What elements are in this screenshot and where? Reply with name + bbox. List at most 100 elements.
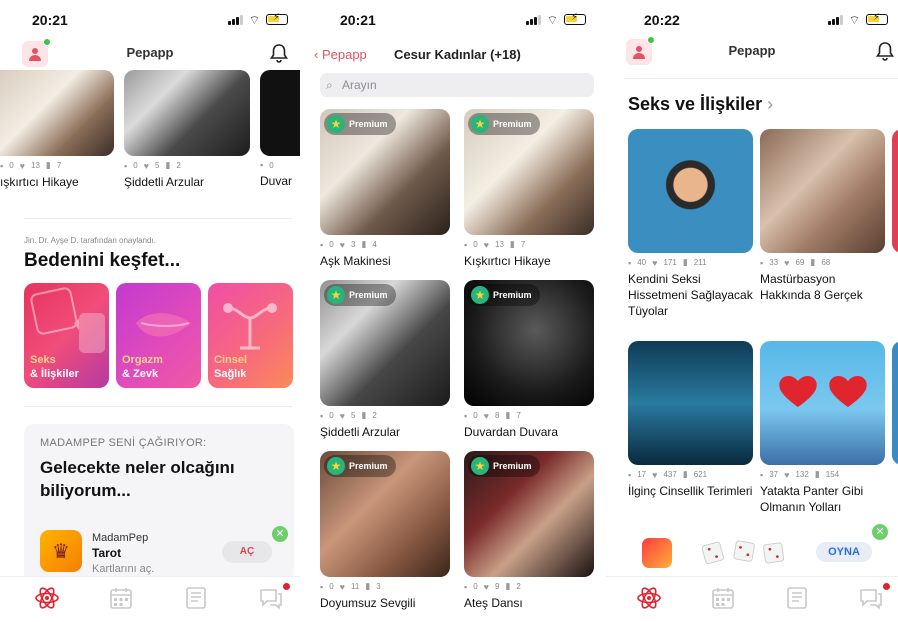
open-button[interactable]: AÇ <box>222 541 272 563</box>
status-bar: 20:22 ⌔ ⚡ <box>606 10 898 30</box>
story-image <box>260 70 300 156</box>
story-title: Şiddetli Arzular <box>124 175 205 189</box>
tab-bar <box>606 576 898 622</box>
chevron-right-icon: › <box>767 94 774 114</box>
notification-dot <box>283 583 290 590</box>
article-card[interactable]: ▪ 40 ♥ 171 ▮ 211 Kendini Seksi Hissetmeni Sağ… <box>628 129 753 319</box>
article-image <box>760 129 885 253</box>
story-title: Duvardan Duvara <box>464 425 559 439</box>
notification-dot <box>883 583 890 590</box>
bell-icon[interactable] <box>874 40 896 62</box>
story-stats: ▪ 0 <box>260 160 274 170</box>
tab-articles-icon[interactable] <box>784 585 810 611</box>
section-title[interactable]: Seks ve İlişkiler › <box>628 94 773 115</box>
category-orgasm-pleasure[interactable]: Orgazm & Zevk <box>116 283 201 388</box>
tab-chat-icon <box>260 589 282 610</box>
promo-app-subtitle: Kartlarını aç. <box>92 563 155 575</box>
star-icon: ★ <box>471 115 489 133</box>
story-stats: ▪ 0 ♥ 5 ▮ 2 <box>320 410 377 421</box>
article-image <box>760 341 885 465</box>
story-title: Aşk Makinesi <box>320 254 391 268</box>
story-image <box>0 70 114 156</box>
story-card[interactable]: ▪ 0 ♥ 5 ▮ 2 Şiddetli Arzular <box>124 70 250 189</box>
article-image <box>628 129 753 253</box>
chevron-left-icon: ‹ <box>314 47 322 62</box>
search-input[interactable]: ⌕ Arayın <box>320 73 594 97</box>
story-title: Kışkırtıcı Hikaye <box>464 254 551 268</box>
signal-icon <box>827 14 843 25</box>
article-card[interactable]: ▪ 37 ♥ 132 ▮ 154 Yatakta Panter Gibi Olmanın … <box>760 341 885 515</box>
story-stats: ▪ 0 ♥ 13 ▮ 7 <box>0 160 62 171</box>
story-image: ★ Premium <box>320 280 450 406</box>
tab-articles-icon[interactable] <box>183 585 209 611</box>
tab-bar <box>0 576 300 622</box>
story-image: ★ Premium <box>320 109 450 235</box>
article-stats: ▪ 37 ♥ 132 ▮ 154 <box>760 469 840 480</box>
tab-explore-icon[interactable] <box>636 585 662 611</box>
star-icon: ★ <box>471 286 489 304</box>
bell-icon[interactable] <box>268 42 290 64</box>
story-card[interactable]: ▪ 0 ♥ 13 ▮ 7 ışkırtıcı Hikaye <box>0 70 114 189</box>
story-title: ışkırtıcı Hikaye <box>0 175 79 189</box>
story-card[interactable]: ★ Premium ▪ 0 ♥ 5 ▮ 2 Şiddetli Arzular <box>320 280 450 439</box>
story-stats: ▪ 0 ♥ 8 ▮ 7 <box>464 410 521 421</box>
screen-home: 20:21 ⌔ ⚡ Pepapp ▪ 0 ♥ 13 ▮ 7 ışkırtıcı Hikay… <box>0 0 300 622</box>
article-card[interactable]: ▪ 33 ♥ 69 ▮ 68 Mastürbasyon Hakkında 8 Gerçek <box>760 129 885 303</box>
premium-badge: ★ Premium <box>468 113 540 135</box>
wifi-icon: ⌔ <box>848 12 860 27</box>
nav-bar: Pepapp <box>606 36 898 66</box>
close-icon[interactable]: ✕ <box>272 526 288 542</box>
approval-note: Jin. Dr. Ayşe D. tarafından onaylandı. <box>24 236 156 245</box>
ad-banner[interactable]: OYNA ✕ <box>606 524 898 574</box>
article-title: Mastürbasyon Hakkında 8 Gerçek <box>760 272 863 302</box>
tab-chat[interactable] <box>858 583 890 611</box>
screen-home-scrolled: 20:22 ⌔ ⚡ Pepapp Seks ve İlişkiler › ▪ 40… <box>606 0 898 622</box>
play-button[interactable]: OYNA <box>816 542 872 562</box>
nav-bar: Pepapp <box>0 38 300 68</box>
status-bar: 20:21 ⌔ ⚡ <box>300 10 606 30</box>
article-stats: ▪ 17 ♥ 437 ▮ 621 <box>628 469 708 480</box>
article-stats: ▪ 33 ♥ 69 ▮ 68 <box>760 257 831 268</box>
story-image: ★ Premium <box>320 451 450 577</box>
story-image: ★ Premium <box>464 109 594 235</box>
article-image <box>628 341 753 465</box>
star-icon: ★ <box>471 457 489 475</box>
premium-badge: ★ Premium <box>468 455 540 477</box>
status-bar: 20:21 ⌔ ⚡ <box>0 10 300 30</box>
tab-explore-icon[interactable] <box>34 585 60 611</box>
story-card[interactable]: ★ Premium ▪ 0 ♥ 8 ▮ 7 Duvardan Duvara <box>464 280 594 439</box>
tab-chat[interactable] <box>258 583 290 611</box>
promo-card[interactable]: MADAMPEP SENİ ÇAĞIRIYOR: Gelecekte neler… <box>24 424 294 582</box>
story-card[interactable]: ★ Premium ▪ 0 ♥ 13 ▮ 7 Kışkırtıcı Hikaye <box>464 109 594 268</box>
category-sex-relations[interactable]: Seks & İlişkiler <box>24 283 109 388</box>
story-image <box>124 70 250 156</box>
story-card[interactable]: ★ Premium ▪ 0 ♥ 9 ▮ 2 Ateş Dansı <box>464 451 594 610</box>
tab-calendar-icon[interactable] <box>710 585 736 611</box>
category-sexual-health[interactable]: Cinsel Sağlık <box>208 283 293 388</box>
section-title: Bedenini keşfet... <box>24 250 181 271</box>
story-stats: ▪ 0 ♥ 3 ▮ 4 <box>320 239 377 250</box>
tab-calendar-icon[interactable] <box>108 585 134 611</box>
story-title: Duvar <box>260 174 293 188</box>
story-stats: ▪ 0 ♥ 5 ▮ 2 <box>124 160 181 171</box>
premium-badge: ★ Premium <box>468 284 540 306</box>
nav-bar: ‹ Pepapp Cesur Kadınlar (+18) <box>300 40 606 70</box>
article-title: İlginç Cinsellik Terimleri <box>628 484 753 498</box>
article-stats: ▪ 40 ♥ 171 ▮ 211 <box>628 257 707 268</box>
battery-icon: ⚡ <box>564 12 586 25</box>
article-card[interactable]: ▪ 17 ♥ 437 ▮ 621 İlginç Cinsellik Terimleri <box>628 341 753 499</box>
story-row: ▪ 0 ♥ 13 ▮ 7 ışkırtıcı Hikaye ▪ 0 ♥ 5 ▮ 2 Şiddetli… <box>0 70 300 189</box>
story-stats: ▪ 0 ♥ 9 ▮ 2 <box>464 581 521 592</box>
close-icon[interactable]: ✕ <box>872 524 888 540</box>
story-card[interactable]: ★ Premium ▪ 0 ♥ 11 ▮ 3 Doyumsuz Sevgili <box>320 451 450 610</box>
story-card[interactable]: ▪ 0 Duvar <box>260 70 300 189</box>
game-app-icon <box>642 538 672 568</box>
back-button[interactable]: ‹ Pepapp <box>314 47 367 62</box>
page-title: Cesur Kadınlar (+18) <box>394 47 521 62</box>
promo-kicker: MADAMPEP SENİ ÇAĞIRIYOR: <box>40 437 207 449</box>
signal-icon <box>227 14 243 25</box>
story-card[interactable]: ★ Premium ▪ 0 ♥ 3 ▮ 4 Aşk Makinesi <box>320 109 450 268</box>
app-title: Pepapp <box>126 45 174 60</box>
wifi-icon: ⌔ <box>248 12 260 27</box>
status-time: 20:21 <box>32 12 68 28</box>
